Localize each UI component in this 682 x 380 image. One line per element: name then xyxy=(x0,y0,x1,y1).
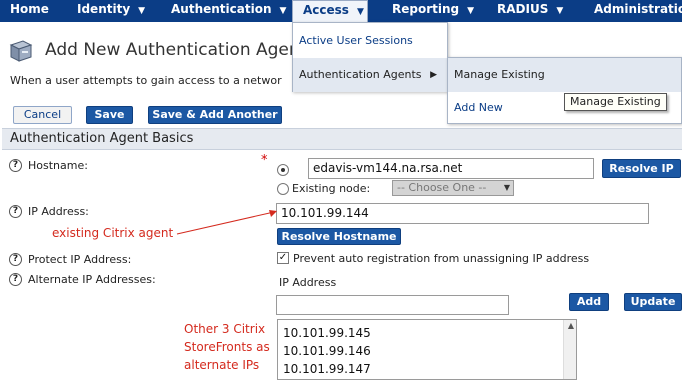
hostname-input[interactable]: edavis-vm144.na.rsa.net xyxy=(308,158,594,179)
help-icon[interactable]: ? xyxy=(9,205,22,218)
protect-ip-text: Prevent auto registration from unassigni… xyxy=(293,252,590,265)
nav-access[interactable]: Access ▼ xyxy=(292,0,368,24)
hostname-label: Hostname: xyxy=(28,159,88,172)
update-button[interactable]: Update xyxy=(624,293,682,311)
list-item[interactable]: 10.101.99.145 xyxy=(283,326,371,340)
cancel-button[interactable]: Cancel xyxy=(13,106,72,124)
nav-authentication-label: Authentication xyxy=(171,2,272,16)
nav-radius-label: RADIUS xyxy=(497,2,549,16)
existing-node-label: Existing node: xyxy=(292,182,371,195)
chevron-down-icon: ▼ xyxy=(467,6,475,16)
scroll-up-icon[interactable]: ▲ xyxy=(568,321,574,330)
nav-identity-label: Identity xyxy=(77,2,131,16)
ip-address-input[interactable]: 10.101.99.144 xyxy=(276,203,649,224)
list-item[interactable]: 10.101.99.146 xyxy=(283,344,371,358)
existing-node-select-value: -- Choose One -- xyxy=(397,181,487,194)
nav-authentication[interactable]: Authentication ▼ xyxy=(171,0,286,22)
alternate-ip-column-header: IP Address xyxy=(279,276,337,289)
chevron-right-icon: ▶ xyxy=(430,70,437,80)
add-button[interactable]: Add xyxy=(569,293,609,311)
chevron-down-icon: ▼ xyxy=(356,7,364,17)
annotation-arrow xyxy=(176,210,277,235)
resolve-ip-button[interactable]: Resolve IP xyxy=(602,159,681,178)
existing-node-select[interactable]: -- Choose One -- ▼ xyxy=(392,180,514,196)
hostname-radio[interactable] xyxy=(277,164,289,176)
chevron-down-icon: ▼ xyxy=(138,6,146,16)
chevron-down-icon: ▼ xyxy=(503,183,510,192)
help-icon[interactable]: ? xyxy=(9,253,22,266)
list-item[interactable]: 10.101.99.147 xyxy=(283,362,371,376)
tooltip: Manage Existing xyxy=(564,93,667,111)
agents-submenu: Manage Existing Add New xyxy=(447,57,682,124)
alternate-ip-input[interactable] xyxy=(276,295,509,315)
menu-item-authentication-agents-label: Authentication Agents xyxy=(299,68,422,81)
required-marker: * xyxy=(261,153,268,168)
annotation-storefronts-line-2: StoreFronts as xyxy=(184,340,270,354)
nav-administration[interactable]: Administration xyxy=(594,0,682,22)
protect-ip-checkbox[interactable]: ✓ xyxy=(277,252,289,264)
menu-item-authentication-agents[interactable]: Authentication Agents ▶ xyxy=(293,58,447,92)
page-intro-text: When a user attempts to gain access to a… xyxy=(10,74,282,87)
save-button[interactable]: Save xyxy=(86,106,133,124)
existing-node-radio[interactable] xyxy=(277,183,289,195)
nav-identity[interactable]: Identity ▼ xyxy=(77,0,145,22)
agent-device-icon xyxy=(9,40,33,62)
chevron-down-icon: ▼ xyxy=(279,6,287,16)
save-and-add-another-button[interactable]: Save & Add Another xyxy=(148,106,282,124)
ip-address-label: IP Address: xyxy=(28,205,89,218)
help-icon[interactable]: ? xyxy=(9,159,22,172)
menu-item-active-user-sessions[interactable]: Active User Sessions xyxy=(293,24,447,58)
protect-ip-label: Protect IP Address: xyxy=(28,253,132,266)
nav-administration-label: Administration xyxy=(594,2,682,16)
resolve-hostname-button[interactable]: Resolve Hostname xyxy=(277,228,401,245)
nav-home-label: Home xyxy=(10,2,49,16)
chevron-down-icon: ▼ xyxy=(556,6,564,16)
page-title: Add New Authentication Agent xyxy=(45,40,307,60)
alternate-ip-label: Alternate IP Addresses: xyxy=(28,273,156,286)
annotation-citrix-agent: existing Citrix agent xyxy=(52,226,174,240)
help-icon[interactable]: ? xyxy=(9,273,22,286)
menu-item-manage-existing[interactable]: Manage Existing xyxy=(448,58,681,92)
nav-radius[interactable]: RADIUS ▼ xyxy=(497,0,563,22)
nav-reporting-label: Reporting xyxy=(392,2,460,16)
nav-access-label: Access xyxy=(303,3,349,17)
list-scrollbar[interactable]: ▲ xyxy=(563,320,576,379)
section-header: Authentication Agent Basics xyxy=(2,128,682,150)
top-nav-bar: Home Identity ▼ Authentication ▼ Access ▼ R… xyxy=(0,0,682,24)
alternate-ip-list[interactable]: 10.101.99.145 10.101.99.146 10.101.99.14… xyxy=(277,319,577,380)
annotation-storefronts-line-3: alternate IPs xyxy=(184,358,260,372)
nav-reporting[interactable]: Reporting ▼ xyxy=(392,0,474,22)
access-dropdown-menu: Active User Sessions Authentication Agen… xyxy=(292,22,448,92)
annotation-storefronts-line-1: Other 3 Citrix xyxy=(184,322,266,336)
nav-home[interactable]: Home xyxy=(10,0,49,22)
